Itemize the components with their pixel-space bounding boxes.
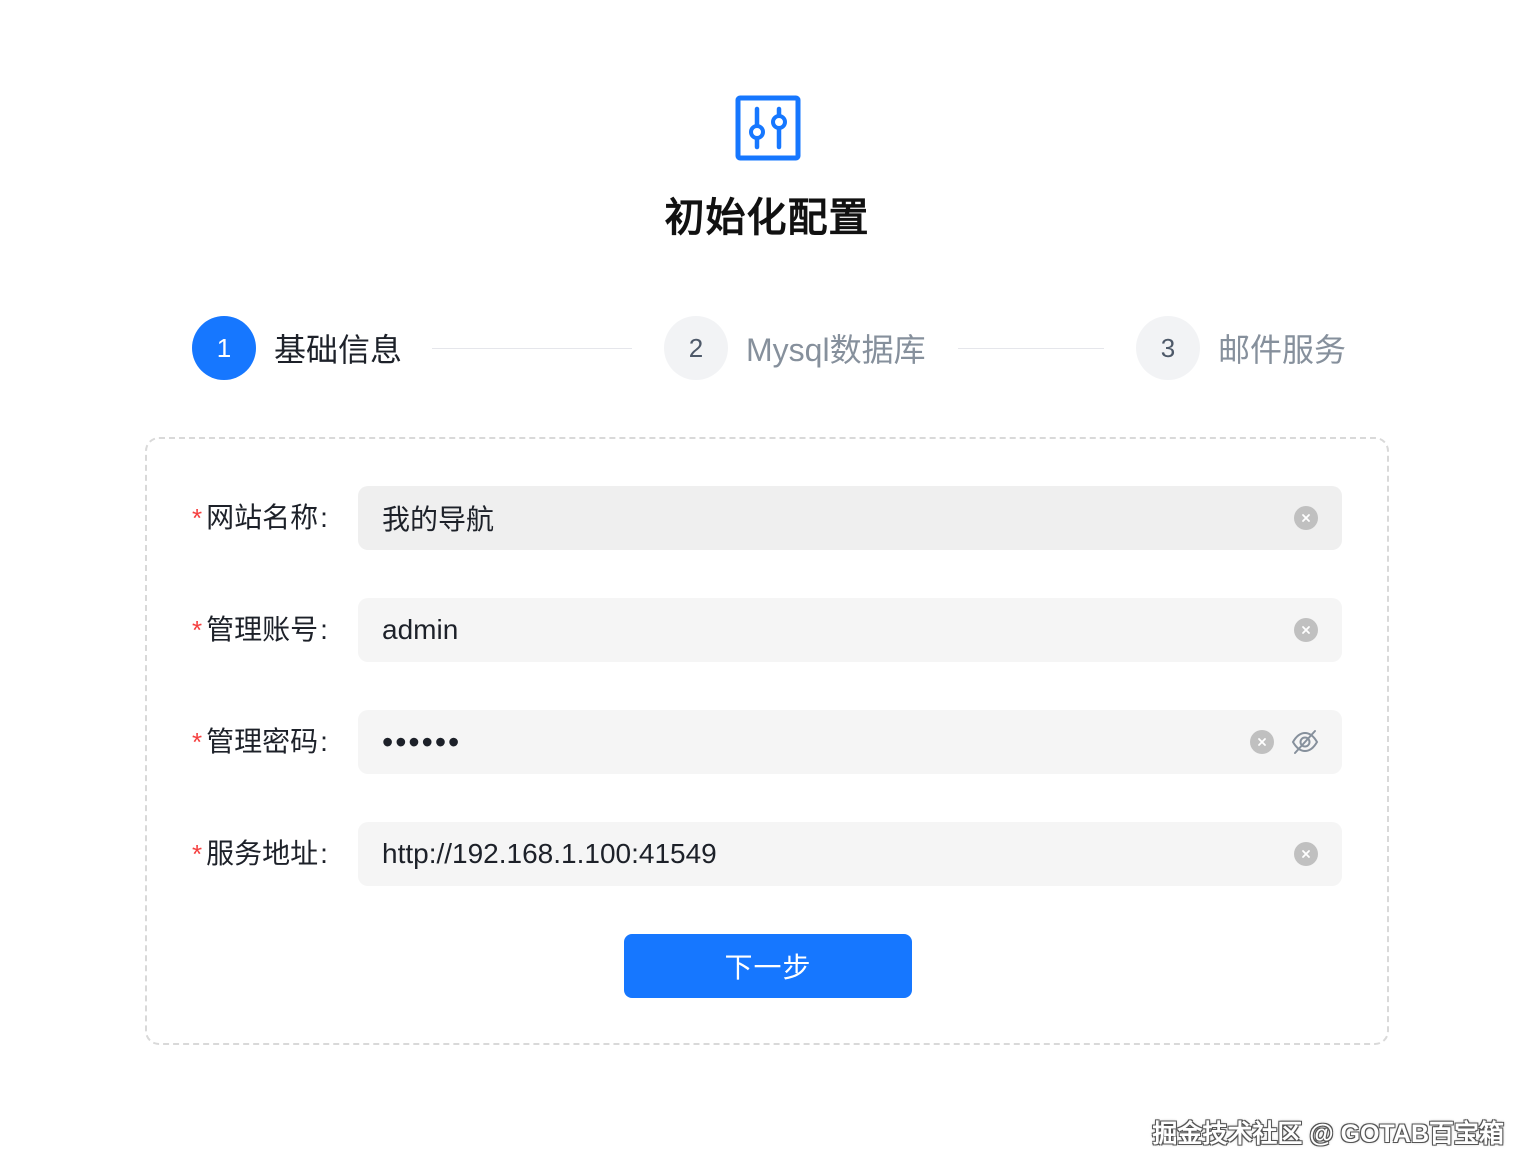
step-number: 3 bbox=[1136, 316, 1200, 380]
required-mark: * bbox=[192, 727, 203, 757]
form-row-site-name: * 网站名称: bbox=[0, 486, 1534, 550]
watermark: 掘金技术社区 @ GOTAB百宝箱 bbox=[1152, 1120, 1504, 1148]
step-label: 基础信息 bbox=[274, 332, 403, 368]
admin-password-field[interactable] bbox=[358, 710, 1342, 774]
next-step-button[interactable]: 下一步 bbox=[624, 934, 912, 998]
required-mark: * bbox=[192, 839, 203, 869]
step-basic-info[interactable]: 1 基础信息 bbox=[192, 316, 402, 380]
form-row-admin-account: * 管理账号: bbox=[0, 598, 1534, 662]
admin-account-field[interactable] bbox=[358, 598, 1342, 662]
admin-password-input[interactable] bbox=[382, 710, 1222, 774]
step-number: 1 bbox=[192, 316, 256, 380]
service-url-input[interactable] bbox=[382, 822, 1222, 886]
step-label: 邮件服务 bbox=[1218, 332, 1347, 368]
admin-account-label: * 管理账号: bbox=[192, 614, 328, 645]
form-row-service-url: * 服务地址: bbox=[0, 822, 1534, 886]
service-url-label: * 服务地址: bbox=[192, 838, 328, 869]
form-row-admin-password: * 管理密码: bbox=[0, 710, 1534, 774]
service-url-field[interactable] bbox=[358, 822, 1342, 886]
page-title: 初始化配置 bbox=[664, 196, 870, 240]
clear-icon[interactable] bbox=[1294, 506, 1318, 530]
eye-off-icon[interactable] bbox=[1290, 727, 1320, 757]
admin-password-label: * 管理密码: bbox=[192, 726, 328, 757]
admin-account-input[interactable] bbox=[382, 598, 1222, 662]
required-mark: * bbox=[192, 615, 203, 645]
clear-icon[interactable] bbox=[1294, 618, 1318, 642]
step-mail-service[interactable]: 3 邮件服务 bbox=[1136, 316, 1346, 380]
clear-icon[interactable] bbox=[1250, 730, 1274, 754]
step-number: 2 bbox=[664, 316, 728, 380]
step-mysql-database[interactable]: 2 Mysql数据库 bbox=[664, 316, 926, 380]
required-mark: * bbox=[192, 503, 203, 533]
clear-icon[interactable] bbox=[1294, 842, 1318, 866]
settings-sliders-icon bbox=[735, 95, 801, 161]
step-connector bbox=[958, 348, 1104, 349]
step-label: Mysql数据库 bbox=[746, 332, 926, 368]
site-name-input[interactable] bbox=[382, 486, 1222, 550]
step-connector bbox=[432, 348, 632, 349]
site-name-field[interactable] bbox=[358, 486, 1342, 550]
site-name-label: * 网站名称: bbox=[192, 502, 328, 533]
